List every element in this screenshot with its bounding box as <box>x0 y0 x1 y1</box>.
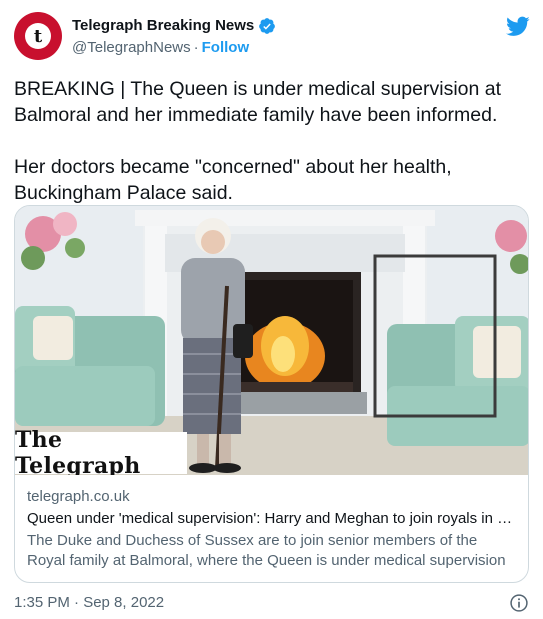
link-preview-card[interactable]: The Telegraph telegraph.co.uk Queen unde… <box>14 205 529 583</box>
tweet-paragraph: Her doctors became "concerned" about her… <box>14 156 452 204</box>
card-domain: telegraph.co.uk <box>27 488 130 505</box>
tweet-text: BREAKING | The Queen is under medical su… <box>14 76 529 206</box>
avatar[interactable]: t <box>14 12 62 60</box>
card-body[interactable]: telegraph.co.uk Queen under 'medical sup… <box>27 487 519 583</box>
card-description: The Duke and Duchess of Sussex are to jo… <box>27 532 506 583</box>
verified-badge-icon <box>259 18 276 34</box>
tweet-paragraph: BREAKING | The Queen is under medical su… <box>14 78 502 126</box>
account-names: Telegraph Breaking News @TelegraphNews · F… <box>72 16 276 58</box>
card-image[interactable]: The Telegraph <box>15 206 528 475</box>
tweet-header: t Telegraph Breaking News @TelegraphNews… <box>14 12 530 62</box>
twitter-bird-icon[interactable] <box>506 14 530 38</box>
handle[interactable]: @TelegraphNews <box>72 39 191 56</box>
display-name-row: Telegraph Breaking News <box>72 16 276 36</box>
card-title: Queen under 'medical supervision': Harry… <box>27 510 519 527</box>
svg-text:t: t <box>34 26 43 47</box>
timestamp[interactable]: 1:35 PM · Sep 8, 2022 <box>14 594 164 611</box>
info-icon[interactable] <box>509 593 529 613</box>
handle-row: @TelegraphNews · Follow <box>72 38 276 58</box>
follow-button[interactable]: Follow <box>202 39 250 56</box>
display-name[interactable]: Telegraph Breaking News <box>72 16 254 36</box>
telegraph-logo-icon: t <box>25 23 51 49</box>
telegraph-brand-label: The Telegraph <box>15 427 187 475</box>
separator-dot: · <box>193 39 199 56</box>
tweet-footer: 1:35 PM · Sep 8, 2022 <box>14 593 529 613</box>
